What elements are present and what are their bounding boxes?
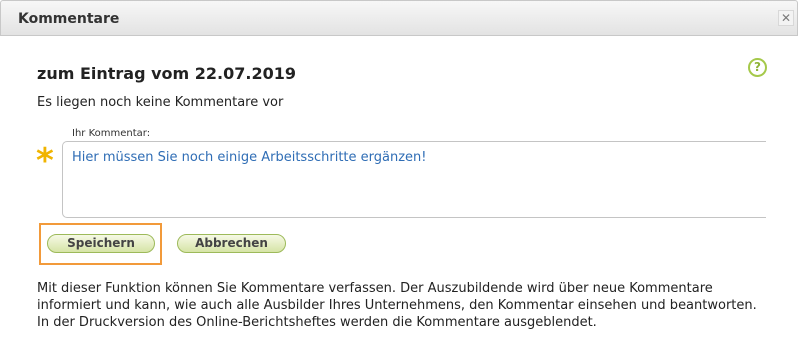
cancel-button[interactable]: Abbrechen <box>177 234 286 253</box>
dialog-titlebar: Kommentare ✕ <box>0 0 798 36</box>
help-icon[interactable]: ? <box>748 58 767 77</box>
comments-dialog: Kommentare ✕ zum Eintrag vom 22.07.2019 … <box>0 0 798 358</box>
close-icon[interactable]: ✕ <box>778 10 794 26</box>
comment-field-label: Ihr Kommentar: <box>72 128 151 139</box>
no-comments-text: Es liegen noch keine Kommentare vor <box>37 95 284 110</box>
function-description: Mit dieser Funktion können Sie Kommentar… <box>37 281 757 330</box>
comment-textarea[interactable]: Hier müssen Sie noch einige Arbeitsschri… <box>62 141 766 218</box>
required-star-icon: * <box>36 141 54 181</box>
dialog-title: Kommentare <box>18 11 120 27</box>
entry-heading: zum Eintrag vom 22.07.2019 <box>37 64 296 83</box>
save-button[interactable]: Speichern <box>47 234 155 253</box>
